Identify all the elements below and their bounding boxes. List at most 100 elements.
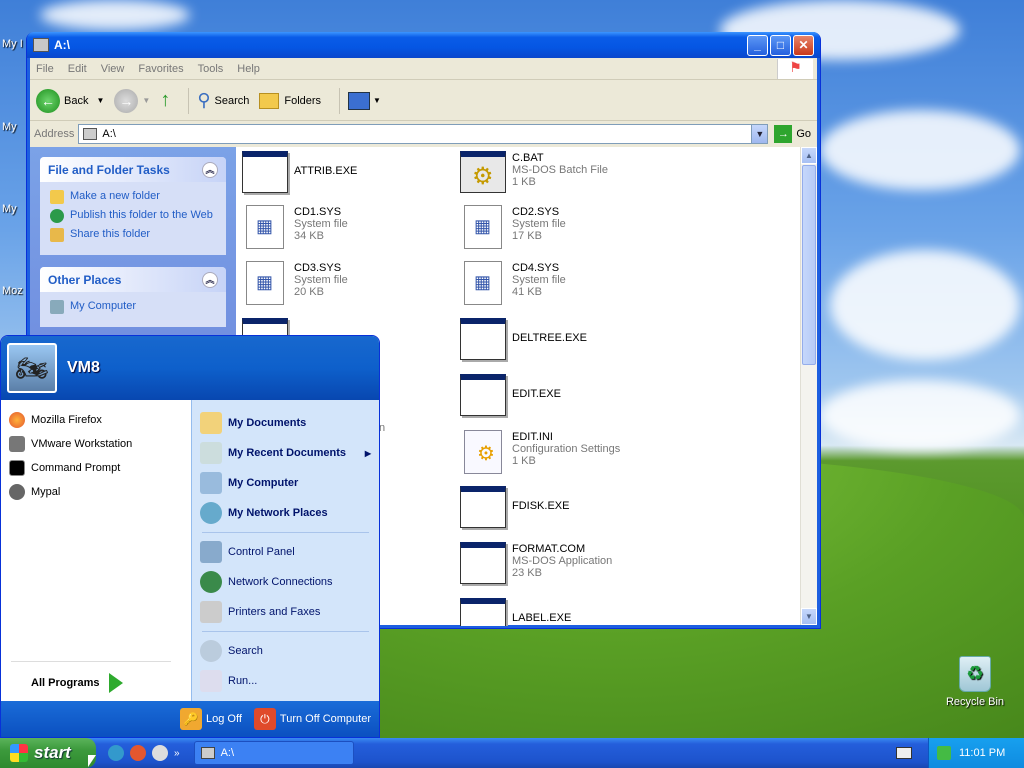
vertical-scrollbar[interactable]: ▲ ▼ (800, 147, 817, 625)
log-off-button[interactable]: 🔑 Log Off (180, 708, 242, 730)
pinned-mypal[interactable]: Mypal (1, 480, 191, 504)
address-dropdown-icon[interactable]: ▼ (751, 125, 768, 143)
file-item[interactable]: FDISK.EXE (460, 486, 670, 528)
exe-icon (460, 374, 506, 416)
maximize-button[interactable]: □ (770, 34, 791, 56)
file-item[interactable]: FORMAT.COM MS-DOS Application 23 KB (460, 542, 670, 584)
run-item[interactable]: Run... (192, 666, 379, 696)
other-places-title: Other Places (48, 272, 122, 287)
vmware-icon (9, 436, 25, 452)
file-item[interactable]: DELTREE.EXE (460, 318, 670, 360)
pinned-vmware[interactable]: VMware Workstation (1, 432, 191, 456)
printers-faxes-item[interactable]: Printers and Faxes (192, 597, 379, 627)
file-size: 1 KB (512, 176, 536, 188)
scroll-down-icon[interactable]: ▼ (801, 608, 817, 625)
folder-icon (259, 92, 280, 109)
menu-file[interactable]: File (36, 63, 54, 75)
menu-help[interactable]: Help (237, 63, 260, 75)
up-folder-icon: ↑ (160, 89, 171, 111)
file-item[interactable]: ATTRIB.EXE (242, 151, 452, 193)
file-item[interactable]: EDIT.INIConfiguration Settings1 KB (460, 430, 670, 474)
file-item[interactable]: CD3.SYSSystem file20 KB (242, 261, 452, 305)
recent-documents-item[interactable]: My Recent Documents ▶ (192, 438, 379, 468)
network-places-item[interactable]: My Network Places (192, 498, 379, 528)
dropdown-arrow-icon: ▼ (373, 96, 381, 105)
task-share-folder[interactable]: Share this folder (50, 228, 216, 242)
dropdown-arrow-icon: ▼ (142, 96, 151, 105)
keyboard-icon[interactable] (896, 747, 912, 759)
system-file-icon (464, 261, 502, 305)
my-computer-item[interactable]: My Computer (192, 468, 379, 498)
network-connections-item[interactable]: Network Connections (192, 567, 379, 597)
control-panel-item[interactable]: Control Panel (192, 537, 379, 567)
up-button[interactable]: ↑ (160, 89, 170, 112)
task-publish-web[interactable]: Publish this folder to the Web (50, 209, 216, 223)
desktop-icon-label[interactable]: My (2, 121, 17, 133)
menu-favorites[interactable]: Favorites (138, 63, 183, 75)
exe-icon (460, 486, 506, 528)
file-item[interactable]: LABEL.EXE (460, 598, 670, 626)
collapse-icon[interactable]: ︽ (202, 271, 218, 288)
scroll-up-icon[interactable]: ▲ (801, 147, 817, 164)
menu-view[interactable]: View (101, 63, 125, 75)
file-item[interactable]: C.BATMS-DOS Batch File1 KB (460, 151, 670, 193)
minimize-button[interactable]: _ (747, 34, 768, 56)
go-label: Go (796, 128, 811, 140)
search-item[interactable]: Search (192, 636, 379, 666)
desktop-icon-label[interactable]: My (2, 203, 17, 215)
pinned-firefox[interactable]: Mozilla Firefox (1, 408, 191, 432)
title-bar[interactable]: A:\ _ □ ✕ (27, 32, 820, 58)
back-button[interactable]: ← Back ▼ (36, 88, 104, 113)
place-my-computer[interactable]: My Computer (50, 300, 216, 314)
avatar[interactable]: 🏍 (7, 343, 57, 393)
start-menu-places: My Documents My Recent Documents ▶ My Com… (191, 400, 379, 701)
menu-tools[interactable]: Tools (198, 63, 224, 75)
start-button[interactable]: start (0, 738, 96, 768)
pinned-command-prompt[interactable]: Command Prompt (1, 456, 191, 480)
turn-off-button[interactable]: ⏻ Turn Off Computer (253, 708, 371, 730)
address-input[interactable]: A:\ ▼ (78, 124, 769, 144)
tray-icon[interactable] (937, 746, 951, 760)
start-menu-header: 🏍 VM8 (1, 336, 379, 400)
menu-edit[interactable]: Edit (68, 63, 87, 75)
task-new-folder[interactable]: Make a new folder (50, 190, 216, 204)
scroll-thumb[interactable] (802, 165, 816, 365)
exe-icon (460, 542, 506, 584)
file-name: ATTRIB.EXE (294, 165, 358, 177)
close-button[interactable]: ✕ (793, 34, 814, 56)
command-prompt-icon (9, 460, 25, 476)
recycle-bin-icon[interactable]: ♻ Recycle Bin (940, 656, 1010, 708)
file-name: FDISK.EXE (512, 500, 570, 512)
firefox-icon[interactable] (130, 745, 146, 761)
my-documents-item[interactable]: My Documents (192, 408, 379, 438)
taskbar-window-button[interactable]: A:\ (193, 741, 354, 765)
file-type: MS-DOS Application (512, 555, 613, 567)
item-label: My Computer (228, 477, 299, 489)
submenu-arrow-icon: ▶ (364, 448, 371, 458)
views-button[interactable]: ▼ (348, 91, 381, 110)
chevron-right-icon[interactable]: » (174, 748, 180, 759)
media-player-icon[interactable] (152, 745, 168, 761)
clock[interactable]: 11:01 PM (959, 747, 1005, 759)
system-file-icon (246, 261, 284, 305)
search-button[interactable]: ⚲ Search (197, 90, 249, 111)
desktop-icon-label[interactable]: My I (2, 38, 23, 50)
go-button[interactable]: → Go (774, 125, 811, 143)
forward-button[interactable]: → ▼ (114, 88, 151, 113)
search-icon: ⚲ (197, 90, 211, 110)
all-programs-button[interactable]: All Programs (1, 661, 191, 693)
desktop-icon-label[interactable]: Moz (2, 285, 23, 297)
file-name: CD1.SYS (294, 206, 342, 218)
folders-button[interactable]: Folders (259, 92, 321, 109)
file-item[interactable]: CD2.SYSSystem file17 KB (460, 205, 670, 249)
ie-icon[interactable] (108, 745, 124, 761)
file-item[interactable]: EDIT.EXE (460, 374, 670, 416)
collapse-icon[interactable]: ︽ (202, 161, 218, 178)
power-icon: ⏻ (253, 708, 276, 730)
file-item[interactable]: CD1.SYSSystem file34 KB (242, 205, 452, 249)
file-type: MS-DOS Batch File (512, 164, 608, 176)
network-icon (200, 502, 222, 524)
tasks-header[interactable]: File and Folder Tasks ︽ (40, 157, 226, 182)
file-item[interactable]: CD4.SYSSystem file41 KB (460, 261, 670, 305)
other-places-header[interactable]: Other Places ︽ (40, 267, 226, 292)
